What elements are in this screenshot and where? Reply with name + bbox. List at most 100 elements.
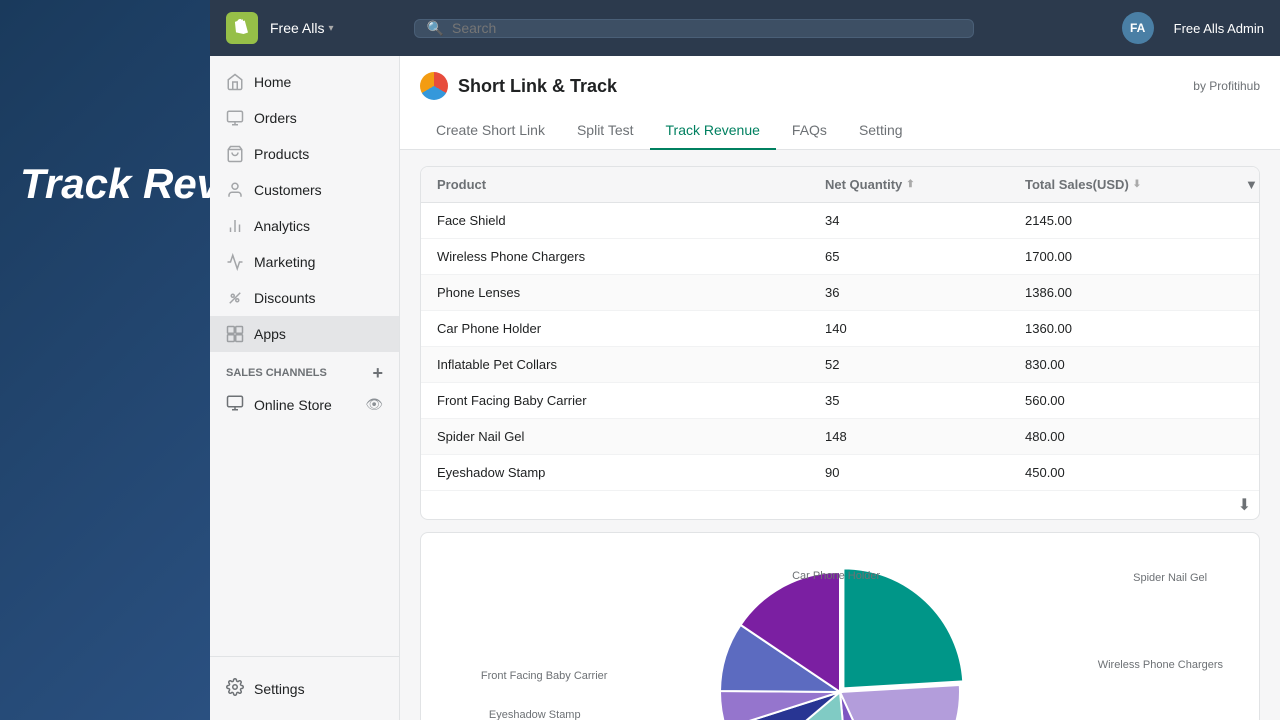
app-header: Short Link & Track by Profitihub Create …	[400, 56, 1280, 150]
sidebar-item-products-label: Products	[254, 146, 309, 162]
sidebar-background	[0, 0, 210, 720]
sort-icon: ⬆	[906, 179, 914, 190]
download-row: ⬇	[421, 491, 1259, 519]
cell-qty-5: 35	[809, 383, 1009, 418]
sort-desc-icon: ⬇	[1133, 179, 1141, 190]
cell-empty-5	[1229, 383, 1260, 418]
cell-sales-5: 560.00	[1009, 383, 1229, 418]
sidebar-footer: Settings	[210, 656, 399, 720]
cell-sales-3: 1360.00	[1009, 311, 1229, 346]
chart-label-spider: Spider Nail Gel	[1133, 572, 1207, 584]
col-sales[interactable]: Total Sales(USD) ⬇	[1009, 167, 1229, 202]
search-input[interactable]	[452, 20, 961, 36]
search-bar: 🔍	[414, 19, 974, 38]
sidebar-item-orders-label: Orders	[254, 110, 297, 126]
tab-faqs[interactable]: FAQs	[776, 112, 843, 150]
sidebar-item-home[interactable]: Home	[210, 64, 399, 100]
sidebar-channel-online-store[interactable]: Online Store 👁	[210, 386, 399, 423]
cell-product-0: Face Shield	[421, 203, 809, 238]
col-quantity-label: Net Quantity	[825, 177, 902, 192]
cell-sales-1: 1700.00	[1009, 239, 1229, 274]
online-store-label: Online Store	[254, 397, 332, 413]
cell-sales-4: 830.00	[1009, 347, 1229, 382]
chart-label-baby-carrier: Front Facing Baby Carrier	[481, 670, 608, 682]
table-row: Face Shield 34 2145.00	[421, 203, 1259, 239]
sidebar-item-marketing-label: Marketing	[254, 254, 315, 270]
cell-qty-7: 90	[809, 455, 1009, 490]
tabs: Create Short Link Split Test Track Reven…	[420, 112, 1260, 149]
cell-empty-7	[1229, 455, 1260, 490]
sidebar-item-analytics[interactable]: Analytics	[210, 208, 399, 244]
cell-empty-1	[1229, 239, 1260, 274]
cell-product-2: Phone Lenses	[421, 275, 809, 310]
download-button[interactable]: ⬇	[1238, 495, 1251, 515]
cell-sales-7: 450.00	[1009, 455, 1229, 490]
cell-empty-3	[1229, 311, 1260, 346]
app-title-row: Short Link & Track by Profitihub	[420, 72, 1260, 100]
sidebar-item-customers-label: Customers	[254, 182, 322, 198]
table-row: Front Facing Baby Carrier 35 560.00	[421, 383, 1259, 419]
search-icon: 🔍	[427, 20, 444, 37]
cell-product-1: Wireless Phone Chargers	[421, 239, 809, 274]
data-table: Product Net Quantity ⬆ Total Sales(USD) …	[420, 166, 1260, 520]
sidebar-item-orders[interactable]: Orders	[210, 100, 399, 136]
cell-sales-6: 480.00	[1009, 419, 1229, 454]
tab-split-test[interactable]: Split Test	[561, 112, 650, 150]
chevron-down-icon: ▾	[328, 23, 333, 34]
sidebar-item-apps[interactable]: Apps	[210, 316, 399, 352]
cell-empty-0	[1229, 203, 1260, 238]
avatar-initials: FA	[1130, 21, 1145, 35]
cell-product-3: Car Phone Holder	[421, 311, 809, 346]
sales-channels-label: SALES CHANNELS	[226, 367, 327, 379]
app-title-text: Short Link & Track	[458, 76, 617, 97]
store-name-label: Free Alls	[270, 20, 324, 36]
sidebar-item-customers[interactable]: Customers	[210, 172, 399, 208]
sidebar-item-products[interactable]: Products	[210, 136, 399, 172]
app-logo	[420, 72, 448, 100]
add-channel-button[interactable]: +	[372, 364, 383, 382]
settings-icon	[226, 678, 244, 699]
col-product: Product	[421, 167, 809, 202]
sidebar-item-discounts[interactable]: Discounts	[210, 280, 399, 316]
cell-empty-6	[1229, 419, 1260, 454]
sidebar-nav: Home Orders Products Customers Analytics	[210, 56, 399, 656]
col-quantity[interactable]: Net Quantity ⬆	[809, 167, 1009, 202]
tab-track-revenue[interactable]: Track Revenue	[650, 112, 776, 150]
sales-channels-header: SALES CHANNELS +	[210, 352, 399, 386]
settings-label: Settings	[254, 681, 305, 697]
sidebar-item-settings[interactable]: Settings	[210, 669, 399, 708]
eye-icon[interactable]: 👁	[365, 396, 383, 413]
sidebar-item-discounts-label: Discounts	[254, 290, 315, 306]
user-name-label: Free Alls Admin	[1174, 21, 1264, 36]
chart-area: Face Shield Car Phone Holder Spider Nail…	[420, 532, 1260, 720]
cell-sales-0: 2145.00	[1009, 203, 1229, 238]
store-name-button[interactable]: Free Alls ▾	[270, 20, 334, 36]
analytics-icon	[226, 217, 244, 235]
app-by-text: by Profitihub	[1193, 79, 1260, 93]
cell-qty-1: 65	[809, 239, 1009, 274]
app-title: Short Link & Track	[420, 72, 617, 100]
sidebar-item-analytics-label: Analytics	[254, 218, 310, 234]
cell-empty-4	[1229, 347, 1260, 382]
table-row: Spider Nail Gel 148 480.00	[421, 419, 1259, 455]
cell-product-5: Front Facing Baby Carrier	[421, 383, 809, 418]
home-icon	[226, 73, 244, 91]
sidebar-item-marketing[interactable]: Marketing	[210, 244, 399, 280]
cell-qty-3: 140	[809, 311, 1009, 346]
cell-qty-6: 148	[809, 419, 1009, 454]
sidebar-item-home-label: Home	[254, 74, 291, 90]
chart-label-eyeshadow: Eyeshadow Stamp	[489, 709, 581, 720]
sidebar-item-apps-label: Apps	[254, 326, 286, 342]
table-row: Phone Lenses 36 1386.00	[421, 275, 1259, 311]
orders-icon	[226, 109, 244, 127]
tab-setting[interactable]: Setting	[843, 112, 919, 150]
avatar[interactable]: FA	[1122, 12, 1154, 44]
content-area: Product Net Quantity ⬆ Total Sales(USD) …	[400, 150, 1280, 720]
chart-label-car-phone: Car Phone Holder	[792, 570, 880, 582]
table-row: Eyeshadow Stamp 90 450.00	[421, 455, 1259, 491]
col-filter[interactable]: ▼	[1229, 167, 1260, 202]
tab-create-short-link[interactable]: Create Short Link	[420, 112, 561, 150]
cell-qty-2: 36	[809, 275, 1009, 310]
discounts-icon	[226, 289, 244, 307]
col-product-label: Product	[437, 177, 486, 192]
